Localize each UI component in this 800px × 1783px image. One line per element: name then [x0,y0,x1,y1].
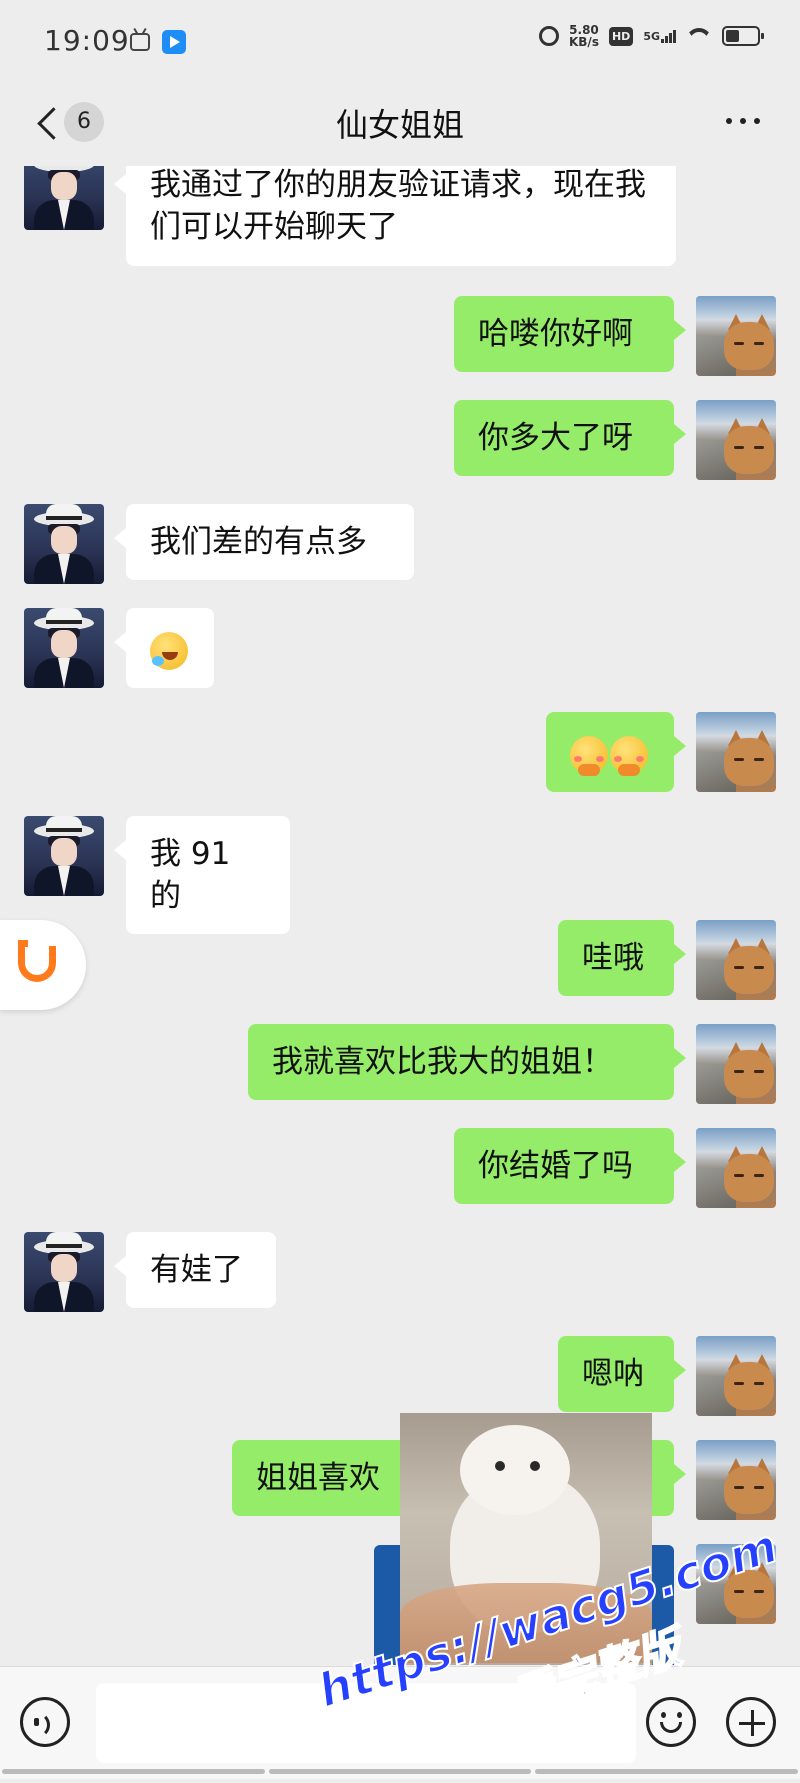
didi-logo-icon [18,940,56,982]
my-avatar[interactable] [696,920,776,1000]
message-bubble[interactable]: 你结婚了吗 [454,1128,686,1204]
crying-laughing-emoji [150,631,188,670]
chat-header: 6 仙女姐姐 [0,84,800,166]
notification-icons [130,30,186,54]
network-type: 5G [643,29,660,43]
network-speed-unit: KB/s [568,35,599,49]
floating-app-button[interactable] [0,920,86,1010]
system-indicators: 5.80 KB/s HD 5G [538,24,764,48]
my-avatar[interactable] [696,400,776,480]
message-input[interactable] [96,1683,636,1763]
my-avatar[interactable] [696,1128,776,1208]
emoji-icon[interactable] [646,1697,696,1747]
home-indicator [0,1769,800,1775]
wifi-icon [686,26,712,46]
hd-icon: HD [608,26,634,46]
plus-icon[interactable] [726,1697,776,1747]
network-speed: 5.80 KB/s [569,24,599,48]
message-bubble[interactable]: 嗯呐 [558,1336,686,1412]
message-bubble[interactable]: 我们差的有点多 [114,504,414,580]
signal-icon: 5G [643,29,676,43]
message-bubble[interactable]: 我 91 的 [114,816,290,934]
contact-avatar[interactable] [24,816,104,896]
message-bubble[interactable]: 哈喽你好啊 [454,296,686,372]
contact-avatar[interactable] [24,608,104,688]
status-bar: 19:09 5.80 KB/s HD 5G [0,0,800,84]
my-avatar[interactable] [696,1544,776,1624]
message-bubble[interactable]: 哇哦 [558,920,686,996]
my-avatar[interactable] [696,296,776,376]
my-avatar[interactable] [696,1336,776,1416]
contact-avatar[interactable] [24,504,104,584]
input-bar [0,1666,800,1779]
cat-photo-overlay [400,1413,652,1665]
tv-app-icon [130,33,150,51]
message-bubble[interactable] [114,608,214,688]
contact-avatar[interactable] [24,166,104,230]
voice-input-icon[interactable] [20,1697,70,1747]
chat-title: 仙女姐姐 [335,106,464,144]
more-options-icon[interactable] [726,118,760,124]
message-bubble[interactable]: 你多大了呀 [454,400,686,476]
my-avatar[interactable] [696,1024,776,1104]
message-bubble[interactable]: 我通过了你的朋友验证请求，现在我们可以开始聊天了 [114,166,676,266]
my-avatar[interactable] [696,1440,776,1520]
blushing-emoji [570,735,608,776]
contact-avatar[interactable] [24,1232,104,1312]
message-bubble[interactable] [546,712,686,792]
alarm-icon [538,26,559,46]
video-app-icon [162,30,186,54]
message-bubble[interactable]: 有娃了 [114,1232,276,1308]
blushing-emoji [610,735,648,776]
message-bubble[interactable]: 我就喜欢比我大的姐姐！ [248,1024,686,1100]
status-time: 19:09 [44,24,130,57]
my-avatar[interactable] [696,712,776,792]
battery-icon [722,26,764,46]
